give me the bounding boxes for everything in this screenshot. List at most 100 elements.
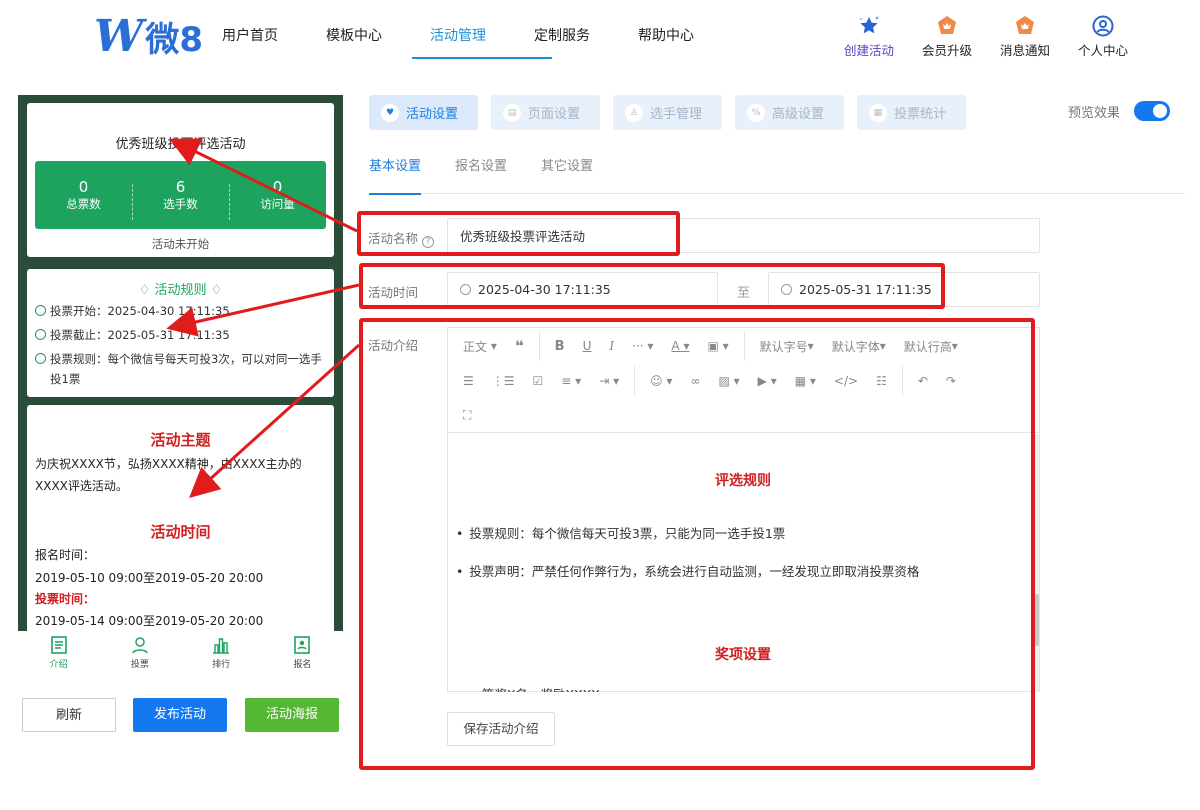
code-icon[interactable]: </> [825,374,867,388]
ribbon-icon: ♢ [138,283,151,298]
emoji-icon[interactable]: ☺ ▾ [641,374,681,388]
font-size-select[interactable]: 默认字号 ▾ [751,338,823,355]
document-icon [18,635,99,655]
subtab-basic[interactable]: 基本设置 [369,154,422,195]
rule-limit: 投票规则：每个微信号每天可投3次，可以对同一选手投1票 [35,349,325,389]
activity-name-label: 活动名称 ? [368,228,434,248]
preview-toggle-group: 预览效果 [1068,101,1171,121]
clock-icon [460,284,471,295]
underline-icon[interactable]: U [574,339,601,353]
clock-icon [35,329,46,340]
font-color-icon[interactable]: A ▾ [662,339,698,353]
video-icon[interactable]: ▶ ▾ [749,374,786,388]
tab-vote-statistics[interactable]: ▦ 投票统计 [857,95,967,130]
bullet-list-icon[interactable]: ☰ [454,374,483,388]
subtab-signup[interactable]: 报名设置 [455,154,507,194]
redo-icon[interactable]: ↷ [937,374,965,388]
signup-label: 报名时间： [35,548,96,562]
activity-time-label: 活动时间 [368,285,419,300]
person-icon [99,635,180,655]
bottom-nav-vote[interactable]: 投票 [99,631,180,675]
editor-scrollbar[interactable] [1035,434,1039,692]
align-icon[interactable]: ≡ ▾ [552,374,590,388]
create-activity-button[interactable]: 创建活动 [830,14,908,59]
bold-icon[interactable]: B [546,339,574,354]
start-time-input[interactable]: 2025-04-30 17:11:35 [447,272,718,307]
notifications-button[interactable]: 消息通知 [986,14,1064,59]
rich-text-editor: 正文 ▾ ❝ B U I ··· ▾ A ▾ ▣ ▾ 默认字号 ▾ 默认字体 ▾ 默… [447,327,1040,692]
subtab-other[interactable]: 其它设置 [541,154,593,194]
end-time-input[interactable]: 2025-05-31 17:11:35 [768,272,1040,307]
preview-bottom-nav: 介绍 投票 排行 报名 [18,631,343,675]
numbered-list-icon[interactable]: ⋮☰ [483,374,524,388]
tab-contestant-management[interactable]: ♙ 选手管理 [613,95,723,130]
activity-poster-button[interactable]: 活动海报 [245,698,339,732]
content-list-item: 一等奖X名，奖励XXXX [456,684,599,692]
stats-panel: 0 总票数 6 选手数 0 访问量 [35,161,326,229]
theme-title: 活动主题 [150,431,211,449]
help-icon[interactable]: ? [422,236,434,248]
stat-total-votes: 0 总票数 [66,178,101,211]
preview-label: 预览效果 [1068,105,1121,121]
user-center-button[interactable]: 个人中心 [1064,14,1142,59]
signup-time: 2019-05-10 09:00至2019-05-20 20:00 [35,571,264,585]
content-section-title: 评选规则 [715,473,771,489]
save-intro-button[interactable]: 保存活动介绍 [447,712,555,746]
nav-item-templates[interactable]: 模板中心 [326,0,430,76]
bar-chart-icon [181,635,262,655]
activity-name-input[interactable]: 优秀班级投票评选活动 [447,218,1040,253]
bottom-nav-intro[interactable]: 介绍 [18,631,99,675]
logo[interactable]: W 微8 [94,11,203,62]
tab-activity-settings[interactable]: ♥ 活动设置 [369,95,479,130]
nav-item-custom-service[interactable]: 定制服务 [534,0,638,76]
line-height-select[interactable]: 默认行高 ▾ [895,338,967,355]
member-upgrade-button[interactable]: 会员升级 [908,14,986,59]
rules-title: ♢ 活动规则 ♢ [138,283,223,298]
rule-end: 投票截止：2025-05-31 17:11:35 [35,325,325,345]
font-family-select[interactable]: 默认字体 ▾ [823,338,895,355]
indent-icon[interactable]: ⇥ ▾ [590,374,628,388]
header-actions: 创建活动 会员升级 消息通知 个人中心 [830,14,1142,59]
table-icon[interactable]: ▦ ▾ [786,374,825,388]
content-list-item: 投票声明：严禁任何作弊行为，系统会进行自动监测，一经发现立即取消投票资格 [456,561,919,580]
image-icon[interactable]: ▨ ▾ [709,374,748,388]
time-separator: 至 [737,286,751,301]
preview-toggle[interactable] [1134,101,1171,121]
user-icon [1064,14,1142,38]
italic-icon[interactable]: I [600,339,623,353]
content-section-title: 奖项设置 [715,647,771,663]
nav-item-home[interactable]: 用户首页 [222,0,326,76]
activity-summary-card: 优秀班级投票评选活动 0 总票数 6 选手数 0 访问量 活动未开始 [27,103,334,257]
vote-time: 2019-05-14 09:00至2019-05-20 20:00 [35,614,264,628]
clock-icon [35,305,46,316]
fullscreen-icon[interactable]: ⛶ [454,408,480,423]
paragraph-style-select[interactable]: 正文 ▾ [454,338,506,355]
more-format-icon[interactable]: ··· ▾ [623,339,662,353]
editor-content[interactable]: 评选规则 投票规则：每个微信每天可投3票，只能为同一选手投1票 投票声明：严禁任… [448,434,1038,692]
theme-text: 为庆祝XXXX节，弘扬XXXX精神，由XXXX主办的XXXX评选活动。 [35,457,302,493]
vote-label: 投票时间： [35,592,96,606]
publish-activity-button[interactable]: 发布活动 [133,698,227,732]
page-icon: ▤ [503,103,522,122]
todo-list-icon[interactable]: ☑ [524,374,553,388]
link-icon[interactable]: ∞ [681,374,709,388]
quote-icon[interactable]: ❝ [506,337,533,355]
undo-icon[interactable]: ↶ [909,374,937,388]
bottom-nav-ranking[interactable]: 排行 [181,631,262,675]
mobile-preview: 优秀班级投票评选活动 0 总票数 6 选手数 0 访问量 活动未开始 ♢ 活动规… [18,95,343,675]
activity-detail-card: 活动主题 为庆祝XXXX节，弘扬XXXX精神，由XXXX主办的XXXX评选活动。… [27,405,334,631]
activity-status: 活动未开始 [151,237,210,251]
bottom-nav-signup[interactable]: 报名 [262,631,343,675]
divider-icon[interactable]: ☷ [867,374,896,388]
nav-item-help[interactable]: 帮助中心 [638,0,742,76]
settings-subtabs: 基本设置 报名设置 其它设置 [369,154,1185,195]
nav-item-activity-management[interactable]: 活动管理 [412,0,552,76]
background-color-icon[interactable]: ▣ ▾ [698,339,737,353]
tab-page-settings[interactable]: ▤ 页面设置 [491,95,601,130]
refresh-button[interactable]: 刷新 [22,698,116,732]
info-icon [35,353,46,364]
stats-icon: ▦ [869,103,888,122]
percent-icon: % [747,103,766,122]
heart-icon: ♥ [381,103,399,122]
tab-advanced-settings[interactable]: % 高级设置 [735,95,845,130]
